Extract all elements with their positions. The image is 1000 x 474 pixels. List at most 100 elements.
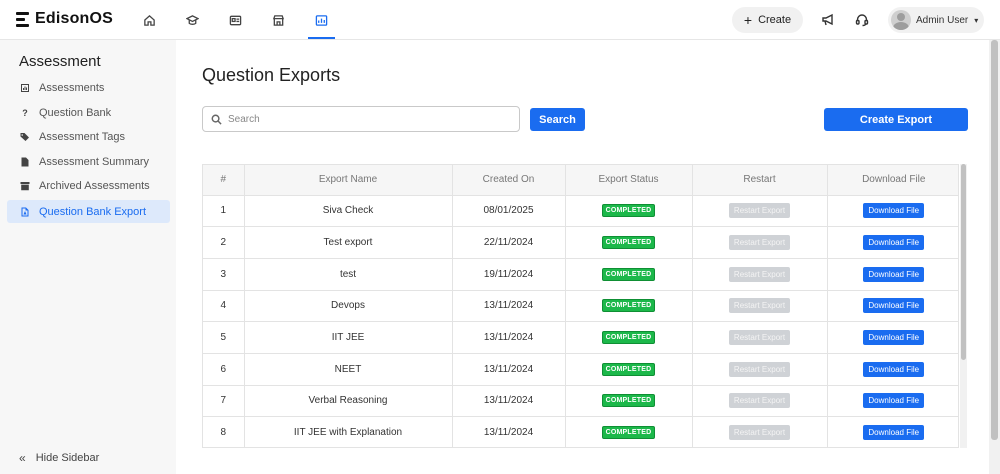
table-row: 2 Test export 22/11/2024 COMPLETED Resta… — [203, 226, 958, 259]
sidebar: Assessment Assessments ? Question Bank A… — [0, 40, 176, 474]
user-name: Admin User — [916, 14, 969, 26]
sidebar-item-label: Assessments — [39, 81, 105, 94]
download-cell: Download File — [827, 353, 958, 386]
tags-icon — [19, 131, 31, 143]
headset-icon[interactable] — [854, 12, 870, 28]
row-number: 4 — [203, 290, 245, 323]
export-name: IIT JEE — [244, 321, 453, 354]
download-cell: Download File — [827, 195, 958, 228]
restart-cell: Restart Export — [692, 416, 828, 447]
status-cell: COMPLETED — [565, 195, 693, 228]
restart-cell: Restart Export — [692, 195, 828, 228]
download-file-button[interactable]: Download File — [863, 298, 925, 314]
row-number: 3 — [203, 258, 245, 291]
sidebar-item-label: Archived Assessments — [39, 179, 150, 192]
download-cell: Download File — [827, 321, 958, 354]
download-file-button[interactable]: Download File — [863, 425, 925, 441]
avatar — [891, 10, 911, 30]
sidebar-item-assessment-summary[interactable]: Assessment Summary — [7, 150, 170, 173]
export-name: test — [244, 258, 453, 291]
status-badge: COMPLETED — [601, 267, 656, 281]
restart-export-button[interactable]: Restart Export — [728, 203, 791, 219]
top-navbar: EdisonOS + Create Admin User ▾ — [0, 0, 1000, 40]
column-header-export-name: Export Name — [244, 165, 453, 196]
download-file-button[interactable]: Download File — [863, 266, 925, 282]
question-icon: ? — [22, 107, 28, 118]
sidebar-item-archived-assessments[interactable]: Archived Assessments — [7, 174, 170, 197]
assessment-icon[interactable] — [300, 0, 343, 40]
status-cell: COMPLETED — [565, 321, 693, 354]
row-number: 8 — [203, 416, 245, 447]
restart-cell: Restart Export — [692, 258, 828, 291]
create-button[interactable]: + Create — [732, 7, 803, 33]
status-cell: COMPLETED — [565, 290, 693, 323]
sidebar-title: Assessment — [19, 53, 101, 70]
restart-export-button[interactable]: Restart Export — [728, 235, 791, 251]
download-file-button[interactable]: Download File — [863, 330, 925, 346]
pdf-file-icon — [19, 206, 31, 218]
restart-export-button[interactable]: Restart Export — [728, 425, 791, 441]
restart-export-button[interactable]: Restart Export — [728, 393, 791, 409]
user-menu[interactable]: Admin User ▾ — [888, 7, 984, 33]
table-scrollbar[interactable] — [960, 164, 967, 448]
column-header-created-on: Created On — [452, 165, 566, 196]
row-number: 5 — [203, 321, 245, 354]
download-cell: Download File — [827, 416, 958, 447]
home-icon[interactable] — [128, 0, 171, 40]
download-file-button[interactable]: Download File — [863, 203, 925, 219]
megaphone-icon[interactable] — [820, 12, 836, 28]
created-on: 13/11/2024 — [452, 385, 566, 418]
sidebar-item-label: Question Bank — [39, 106, 112, 119]
store-icon[interactable] — [257, 0, 300, 40]
restart-cell: Restart Export — [692, 385, 828, 418]
id-card-icon[interactable] — [214, 0, 257, 40]
restart-export-button[interactable]: Restart Export — [728, 298, 791, 314]
status-cell: COMPLETED — [565, 416, 693, 447]
table-row: 6 NEET 13/11/2024 COMPLETED Restart Expo… — [203, 353, 958, 386]
row-number: 1 — [203, 195, 245, 228]
created-on: 13/11/2024 — [452, 321, 566, 354]
column-header-download-file: Download File — [827, 165, 958, 196]
status-cell: COMPLETED — [565, 258, 693, 291]
sidebar-item-question-bank-export[interactable]: Question Bank Export — [7, 200, 170, 223]
download-cell: Download File — [827, 290, 958, 323]
sidebar-item-label: Question Bank Export — [39, 205, 147, 218]
create-label: Create — [758, 14, 792, 26]
search-input[interactable] — [228, 113, 508, 125]
sidebar-item-question-bank[interactable]: ? Question Bank — [7, 101, 170, 124]
app-name: EdisonOS — [35, 10, 114, 27]
restart-cell: Restart Export — [692, 321, 828, 354]
table-scrollbar-thumb[interactable] — [961, 164, 966, 360]
created-on: 08/01/2025 — [452, 195, 566, 228]
created-on: 13/11/2024 — [452, 290, 566, 323]
page-scrollbar-thumb[interactable] — [991, 40, 998, 440]
row-number: 7 — [203, 385, 245, 418]
top-nav — [128, 0, 343, 40]
download-file-button[interactable]: Download File — [863, 235, 925, 251]
table-header-row: # Export Name Created On Export Status R… — [203, 165, 958, 196]
download-file-button[interactable]: Download File — [863, 393, 925, 409]
restart-cell: Restart Export — [692, 226, 828, 259]
restart-export-button[interactable]: Restart Export — [728, 330, 791, 346]
table-row: 5 IIT JEE 13/11/2024 COMPLETED Restart E… — [203, 321, 958, 354]
download-file-button[interactable]: Download File — [863, 361, 925, 377]
archive-icon — [19, 180, 31, 192]
export-name: Test export — [244, 226, 453, 259]
graduation-cap-icon[interactable] — [171, 0, 214, 40]
sidebar-item-label: Assessment Tags — [39, 130, 126, 143]
create-export-button[interactable]: Create Export — [824, 108, 968, 131]
sidebar-item-assessments[interactable]: Assessments — [7, 76, 170, 99]
column-header-number: # — [203, 165, 245, 196]
column-header-export-status: Export Status — [565, 165, 693, 196]
restart-export-button[interactable]: Restart Export — [728, 361, 791, 377]
hide-sidebar-button[interactable]: « Hide Sidebar — [19, 451, 99, 465]
table-row: 4 Devops 13/11/2024 COMPLETED Restart Ex… — [203, 290, 958, 323]
search-field[interactable] — [202, 106, 520, 132]
download-cell: Download File — [827, 226, 958, 259]
page-scrollbar[interactable] — [989, 40, 1000, 474]
sidebar-item-assessment-tags[interactable]: Assessment Tags — [7, 125, 170, 148]
app-logo[interactable]: EdisonOS — [16, 10, 113, 28]
export-name: NEET — [244, 353, 453, 386]
restart-export-button[interactable]: Restart Export — [728, 266, 791, 282]
search-button[interactable]: Search — [530, 108, 585, 131]
